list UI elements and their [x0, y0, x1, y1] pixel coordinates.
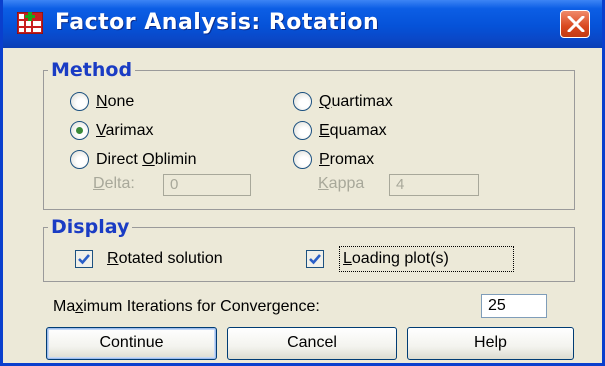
label-text: imum Iterations for Convergence:: [83, 298, 320, 315]
label-prefix: Direct: [96, 151, 143, 168]
radio-none-label[interactable]: None: [96, 92, 134, 112]
rotation-dialog: Factor Analysis: Rotation Method None Qu…: [0, 0, 605, 366]
delta-label: Delta:: [93, 174, 135, 194]
spss-app-icon: [16, 11, 44, 35]
max-iterations-input[interactable]: 25: [481, 294, 547, 318]
radio-quartimax-label[interactable]: Quartimax: [319, 92, 393, 112]
method-legend: Method: [48, 59, 136, 81]
kappa-input[interactable]: 4: [389, 174, 479, 196]
mnemonic: O: [142, 151, 155, 168]
window-title: Factor Analysis: Rotation: [55, 10, 380, 35]
label-text: elta:: [104, 175, 135, 192]
radio-varimax-label[interactable]: Varimax: [96, 121, 154, 141]
close-icon: [567, 16, 585, 32]
label-text: appa: [328, 175, 365, 192]
checkmark-icon: [78, 254, 90, 265]
mnemonic: E: [319, 122, 330, 139]
radio-promax[interactable]: [293, 150, 312, 169]
label-text: blimin: [154, 151, 197, 168]
radio-direct-oblimin-label[interactable]: Direct Oblimin: [96, 150, 196, 170]
radio-varimax[interactable]: [70, 121, 89, 140]
continue-button[interactable]: Continue: [46, 327, 217, 360]
cancel-button[interactable]: Cancel: [227, 327, 397, 360]
display-legend: Display: [48, 216, 133, 238]
radio-equamax-label[interactable]: Equamax: [319, 121, 387, 141]
mnemonic: K: [318, 175, 329, 192]
radio-equamax[interactable]: [293, 121, 312, 140]
kappa-label: Kappa: [318, 174, 364, 194]
loading-plots-checkbox[interactable]: [306, 250, 324, 268]
label-prefix: Ma: [53, 298, 76, 315]
rotated-solution-label[interactable]: Rotated solution: [107, 249, 223, 269]
mnemonic: P: [319, 151, 330, 168]
label-text: romax: [329, 151, 375, 168]
radio-promax-label[interactable]: Promax: [319, 150, 374, 170]
label-text: otated solution: [118, 250, 223, 267]
loading-plots-label[interactable]: Loading plot(s): [343, 249, 449, 269]
radio-quartimax[interactable]: [293, 92, 312, 111]
close-button[interactable]: [560, 10, 590, 38]
mnemonic: R: [107, 250, 119, 267]
label-text: one: [107, 93, 135, 110]
checkmark-icon: [309, 254, 321, 265]
label-text: quamax: [329, 122, 387, 139]
max-iterations-label: Maximum Iterations for Convergence:: [53, 297, 320, 317]
radio-direct-oblimin[interactable]: [70, 150, 89, 169]
radio-none[interactable]: [70, 92, 89, 111]
label-text: oading plot(s): [351, 250, 449, 267]
mnemonic: D: [93, 175, 105, 192]
delta-input[interactable]: 0: [163, 174, 251, 196]
title-bar[interactable]: Factor Analysis: Rotation: [3, 0, 602, 48]
mnemonic: N: [96, 93, 108, 110]
help-button[interactable]: Help: [407, 327, 574, 360]
label-text: uartimax: [331, 93, 393, 110]
mnemonic: Q: [319, 93, 332, 110]
label-text: arimax: [105, 122, 154, 139]
mnemonic: L: [343, 250, 352, 267]
rotated-solution-checkbox[interactable]: [75, 250, 93, 268]
